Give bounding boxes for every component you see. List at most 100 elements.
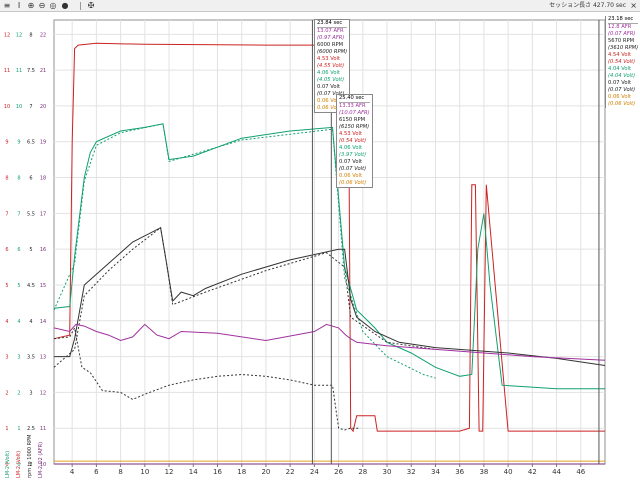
cursor-value: (0.54 Volt) (339, 138, 367, 144)
cursor-value: 0.07 Volt (317, 84, 340, 90)
y-tick-label: 8 (17, 176, 20, 182)
y-axis-label: LM-2 (Volt) (5, 451, 11, 478)
y-tick-label: 15 (40, 283, 46, 289)
y-tick-label: 6 (5, 247, 8, 253)
zoom-in-icon[interactable]: ⊕ (26, 1, 36, 11)
y-tick-label: 7 (29, 104, 32, 110)
y-tick-label: 9 (17, 140, 20, 146)
y-tick-label: 12 (4, 32, 10, 38)
cursor-value: 6150 RPM (339, 117, 366, 123)
y-tick-label: 2.5 (27, 426, 35, 432)
cursor-value: 4.06 Volt (339, 145, 362, 151)
cursor-time: 23.84 sec (317, 20, 348, 28)
y-tick-label: 11 (16, 68, 22, 74)
y-tick-label: 5 (17, 283, 20, 289)
pin-icon[interactable]: ✠ (86, 1, 96, 11)
cursor-value: 4.53 Volt (317, 56, 340, 62)
x-tick-label: 34 (431, 468, 440, 476)
x-tick-label: 20 (261, 468, 270, 476)
cursor-value: (0.07 AFR) (608, 31, 636, 37)
y-tick-label: 1 (5, 426, 8, 432)
x-tick-label: 16 (213, 468, 222, 476)
zoom-fit-icon[interactable]: ◎ (48, 1, 58, 11)
x-tick-label: 44 (552, 468, 561, 476)
y-tick-label: 5 (5, 283, 8, 289)
cursor-value: (10.07 AFR) (339, 110, 370, 116)
cursor-value: (3.97 Volt) (339, 152, 367, 158)
x-tick-label: 28 (358, 468, 367, 476)
zoom-out-icon[interactable]: ⊖ (37, 1, 47, 11)
menu-icon[interactable]: ≡ (2, 1, 12, 11)
cursor-value: 6000 RPM (317, 42, 344, 48)
pointer-icon[interactable]: I (14, 1, 24, 11)
cursor-value: 4.06 Volt (317, 70, 340, 76)
cursor-value: (4.05 Volt) (317, 77, 345, 83)
record-icon[interactable]: ● (60, 1, 70, 11)
x-tick-label: 24 (310, 468, 319, 476)
y-tick-label: 10 (4, 104, 10, 110)
y-tick-label: 5 (29, 247, 32, 253)
y-tick-label: 2 (5, 390, 8, 396)
y-tick-label: 17 (40, 211, 46, 217)
toolbar-separator (80, 2, 81, 10)
cursor-value: 0.07 Volt (339, 159, 362, 165)
x-tick-label: 18 (237, 468, 246, 476)
x-tick-label: 26 (334, 468, 343, 476)
x-tick-label: 42 (528, 468, 537, 476)
y-tick-label: 9 (5, 140, 8, 146)
y-tick-label: 11 (4, 68, 10, 74)
cursor-value: (0.06 Volt) (608, 101, 636, 107)
cursor-readout-2[interactable]: 25.40 sec 13.33 AFR (10.07 AFR) 6150 RPM (61… (336, 94, 373, 188)
y-tick-label: 19 (40, 140, 46, 146)
x-tick-label: 6 (94, 468, 99, 476)
x-tick-label: 12 (165, 468, 174, 476)
cursor-value: (3610 RPM) (608, 45, 639, 51)
cursor-value: 12.8 AFR (608, 24, 632, 30)
cursor-value: 13.07 AFR (317, 28, 344, 34)
y-tick-label: 13 (40, 355, 46, 361)
y-tick-label: 1 (17, 426, 20, 432)
x-tick-label: 8 (118, 468, 122, 476)
y-tick-label: 11 (40, 426, 46, 432)
y-tick-label: 7 (5, 211, 8, 217)
y-tick-label: 4 (5, 319, 8, 325)
y-tick-label: 18 (40, 176, 46, 182)
cursor-value: 0.06 Volt (608, 94, 631, 100)
close-icon[interactable]: × (630, 1, 637, 11)
y-tick-label: 2 (17, 390, 20, 396)
x-tick-label: 30 (383, 468, 392, 476)
cursor-value: 0.07 Volt (608, 80, 631, 86)
y-tick-label: 3.5 (27, 355, 35, 361)
cursor-value: 5670 RPM (608, 38, 635, 44)
y-tick-label: 4 (17, 319, 20, 325)
x-tick-label: 36 (455, 468, 464, 476)
x-tick-label: 46 (576, 468, 585, 476)
y-tick-label: 8 (5, 176, 8, 182)
y-tick-label: 6.5 (27, 140, 35, 146)
x-tick-label: 10 (140, 468, 149, 476)
cursor-value: (0.97 AFR) (317, 35, 345, 41)
y-tick-label: 22 (40, 32, 46, 38)
y-axis-label: LM-2 (Volt) (16, 451, 22, 478)
cursor-value: (4.04 Volt) (608, 73, 636, 79)
cursor-value: (0.07 Volt) (608, 87, 636, 93)
cursor-value: (6000 RPM) (317, 49, 348, 55)
y-tick-label: 12 (16, 32, 22, 38)
y-tick-label: 10 (16, 104, 22, 110)
cursor-value: (0.54 Volt) (608, 59, 636, 65)
cursor-value: (0.07 Volt) (339, 166, 367, 172)
y-tick-label: 7.5 (27, 68, 35, 74)
toolbar: ≡ I ⊕ ⊖ ◎ ● ✠ セッション長さ 427.70 sec × (0, 0, 640, 12)
cursor-value: 4.53 Volt (339, 131, 362, 137)
y-tick-label: 21 (40, 68, 46, 74)
cursor-value: 13.33 AFR (339, 103, 366, 109)
y-tick-label: 3 (29, 390, 32, 396)
cursor-value: 0.06 Volt (339, 173, 362, 179)
cursor-readout-3[interactable]: 23.18 sec 12.8 AFR (0.07 AFR) 5670 RPM (3610… (605, 16, 640, 108)
y-tick-label: 6 (29, 176, 32, 182)
y-tick-label: 4.5 (27, 283, 35, 289)
y-tick-label: 14 (40, 319, 46, 325)
x-tick-label: 4 (70, 468, 75, 476)
cursor-time: 25.40 sec (339, 95, 370, 103)
y-tick-label: 16 (40, 247, 46, 253)
